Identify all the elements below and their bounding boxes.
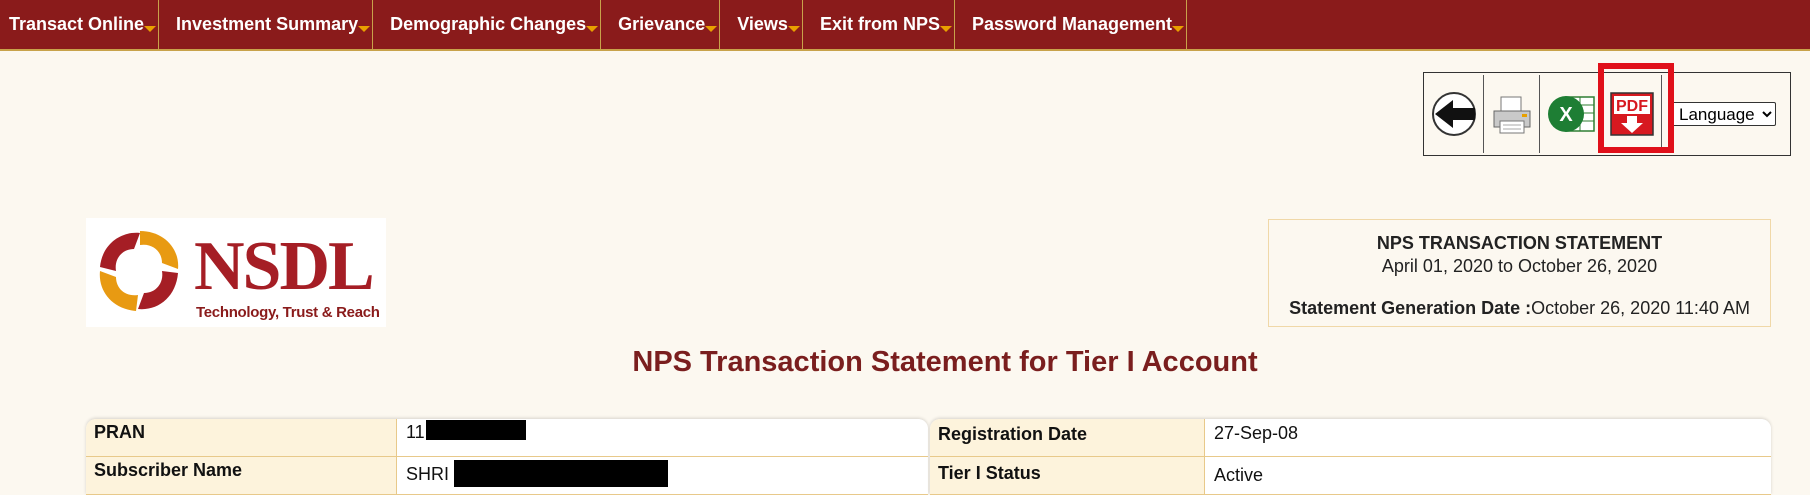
statement-title: NPS TRANSACTION STATEMENT	[1376, 233, 1663, 253]
nsdl-swirl-icon	[99, 231, 179, 311]
back-button[interactable]	[1424, 75, 1484, 153]
row-label: PRAN	[86, 419, 397, 456]
caret-down-icon	[586, 26, 599, 32]
row-value: 27-Sep-08	[1205, 419, 1771, 456]
nav-demographic-changes[interactable]: Demographic Changes	[373, 0, 602, 49]
table-row: Subscriber Name SHRI	[86, 457, 928, 495]
nav-views[interactable]: Views	[720, 0, 803, 49]
row-label: Registration Date	[930, 419, 1205, 456]
account-details-table: Registration Date 27-Sep-08 Tier I Statu…	[930, 419, 1771, 495]
statement-date-range: April 01, 2020 to October 26, 2020	[1381, 256, 1658, 276]
language-select[interactable]: Language	[1672, 102, 1776, 126]
page-title: NPS Transaction Statement for Tier I Acc…	[632, 346, 1258, 378]
pdf-highlight-box	[1598, 63, 1674, 153]
logo-tagline: Technology, Trust & Reach	[196, 304, 380, 321]
action-toolbar: X PDF Language	[1423, 63, 1791, 156]
nav-exit-from-nps[interactable]: Exit from NPS	[803, 0, 955, 49]
caret-down-icon	[939, 26, 952, 32]
excel-icon-letter: X	[1559, 104, 1573, 126]
nav-grievance[interactable]: Grievance	[601, 0, 721, 49]
row-value: Active	[1205, 457, 1771, 494]
back-arrow-icon	[1431, 92, 1476, 136]
printer-icon	[1493, 96, 1530, 134]
row-value: SHRI	[397, 457, 928, 494]
language-cell: Language	[1662, 75, 1790, 153]
nav-investment-summary[interactable]: Investment Summary	[159, 0, 374, 49]
pdf-export-button[interactable]: PDF	[1598, 63, 1674, 153]
caret-down-icon	[144, 26, 157, 32]
caret-down-icon	[787, 26, 800, 32]
excel-icon: X	[1547, 96, 1595, 132]
statement-generation: Statement Generation Date :October 26, 2…	[1289, 298, 1750, 318]
excel-export-button[interactable]: X	[1540, 75, 1602, 153]
table-row: PRAN 11	[86, 419, 928, 457]
redaction-bar	[454, 460, 668, 487]
statement-info-box: NPS TRANSACTION STATEMENT April 01, 2020…	[1268, 219, 1771, 327]
nav-password-management[interactable]: Password Management	[955, 0, 1188, 49]
logo-wordmark: NSDL	[194, 228, 375, 305]
top-nav: Transact Online Investment Summary Demog…	[0, 0, 1810, 51]
row-label: Tier I Status	[930, 457, 1205, 494]
nsdl-logo: NSDL Technology, Trust & Reach	[86, 218, 386, 327]
nav-transact-online[interactable]: Transact Online	[0, 0, 160, 49]
caret-down-icon	[358, 26, 371, 32]
subscriber-details-table: PRAN 11 Subscriber Name SHRI	[86, 419, 928, 495]
caret-down-icon	[1172, 26, 1185, 32]
table-row: Tier I Status Active	[930, 457, 1771, 495]
caret-down-icon	[705, 26, 718, 32]
print-button[interactable]	[1484, 75, 1540, 153]
redaction-bar	[426, 420, 526, 440]
table-row: Registration Date 27-Sep-08	[930, 419, 1771, 457]
row-value: 11	[397, 419, 928, 456]
row-label: Subscriber Name	[86, 457, 397, 494]
